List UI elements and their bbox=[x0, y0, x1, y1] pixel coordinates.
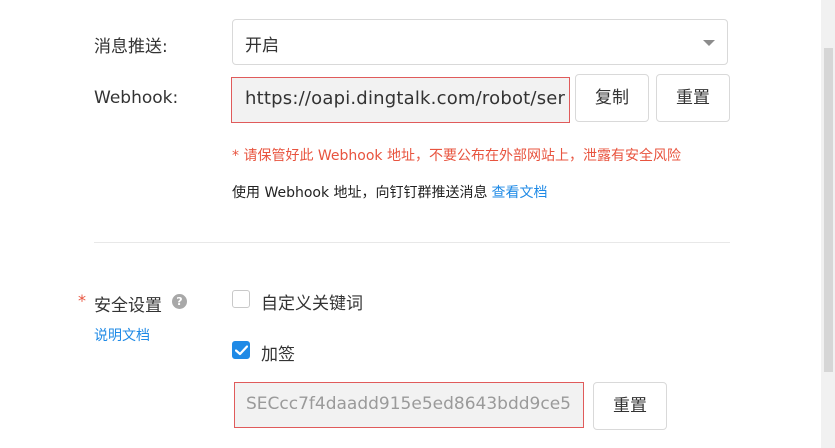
sign-checkbox[interactable] bbox=[232, 341, 250, 359]
push-select[interactable]: 开启 bbox=[232, 19, 728, 65]
caret-down-icon bbox=[703, 40, 715, 46]
security-label: 安全设置 bbox=[94, 296, 162, 316]
webhook-info-text: 使用 Webhook 地址，向钉钉群推送消息 bbox=[232, 185, 488, 201]
webhook-url-text: https://oapi.dingtalk.com/robot/ser bbox=[245, 88, 566, 109]
copy-button[interactable]: 复制 bbox=[575, 74, 649, 122]
check-icon bbox=[235, 345, 248, 356]
keyword-option-label[interactable]: 自定义关键词 bbox=[261, 289, 363, 314]
webhook-label: Webhook: bbox=[94, 88, 179, 108]
view-docs-link[interactable]: 查看文档 bbox=[492, 185, 548, 201]
secret-text: SECcc7f4daadd915e5ed8643bdd9ce5 bbox=[246, 394, 571, 414]
secret-field[interactable]: SECcc7f4daadd915e5ed8643bdd9ce5 bbox=[234, 382, 584, 428]
push-label: 消息推送: bbox=[94, 37, 168, 57]
webhook-reset-button[interactable]: 重置 bbox=[656, 74, 730, 122]
webhook-warning: * 请保管好此 Webhook 地址，不要公布在外部网站上，泄露有安全风险 bbox=[232, 148, 681, 164]
webhook-url-field[interactable]: https://oapi.dingtalk.com/robot/ser bbox=[231, 77, 570, 123]
sign-option-label[interactable]: 加签 bbox=[261, 340, 295, 365]
webhook-info: 使用 Webhook 地址，向钉钉群推送消息 查看文档 bbox=[232, 182, 548, 202]
explain-doc-link[interactable]: 说明文档 bbox=[94, 325, 150, 345]
robot-settings-panel: 消息推送: 开启 Webhook: https://oapi.dingtalk.… bbox=[0, 0, 835, 448]
keyword-checkbox[interactable] bbox=[232, 290, 250, 308]
help-icon[interactable]: ? bbox=[172, 294, 187, 309]
required-mark: * bbox=[78, 291, 86, 310]
secret-reset-button[interactable]: 重置 bbox=[593, 382, 667, 430]
push-select-value: 开启 bbox=[245, 36, 279, 56]
section-divider bbox=[94, 242, 730, 243]
scrollbar-thumb[interactable] bbox=[824, 48, 833, 372]
